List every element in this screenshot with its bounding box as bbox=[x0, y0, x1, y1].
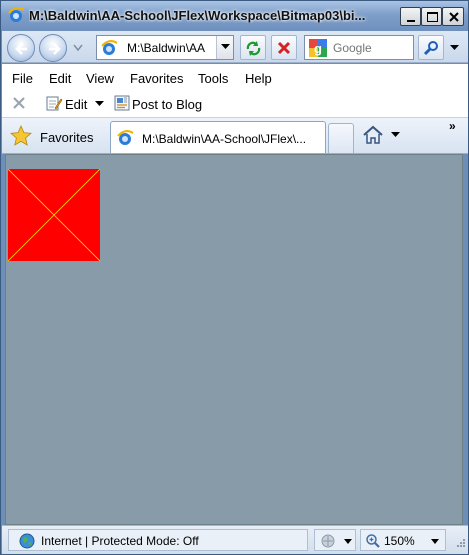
chevron-down-icon bbox=[431, 539, 439, 544]
forward-arrow-icon bbox=[49, 43, 61, 55]
resize-grip-icon[interactable] bbox=[452, 536, 466, 550]
post-to-blog-label: Post to Blog bbox=[132, 97, 203, 112]
stop-button[interactable] bbox=[271, 35, 297, 60]
refresh-icon bbox=[246, 41, 261, 56]
title-bar[interactable]: M:\Baldwin\AA-School\JFlex\Workspace\Bit… bbox=[1, 1, 468, 31]
address-bar[interactable]: M:\Baldwin\AA bbox=[96, 35, 234, 60]
protected-mode-icon bbox=[321, 534, 335, 548]
address-text[interactable]: M:\Baldwin\AA bbox=[127, 41, 215, 55]
navigation-bar: M:\Baldwin\AA g bbox=[2, 31, 468, 63]
status-bar: Internet | Protected Mode: Off 150% bbox=[2, 525, 468, 554]
red-bitmap-image bbox=[8, 169, 100, 261]
command-bar: Edit Post to Blog bbox=[2, 91, 468, 118]
google-logo-icon: g bbox=[309, 39, 327, 57]
magnifier-search-icon bbox=[423, 41, 438, 56]
chevron-down-icon bbox=[344, 539, 352, 544]
window-title: M:\Baldwin\AA-School\JFlex\Workspace\Bit… bbox=[29, 8, 366, 23]
tab-current-page[interactable]: M:\Baldwin\AA-School\JFlex\... bbox=[110, 121, 326, 153]
search-button[interactable] bbox=[418, 35, 444, 60]
chevron-down-icon bbox=[450, 45, 459, 50]
minimize-icon bbox=[407, 20, 415, 22]
close-toolbar-x-icon[interactable] bbox=[12, 96, 26, 110]
security-zone-panel[interactable]: Internet | Protected Mode: Off bbox=[8, 529, 308, 551]
chevron-down-icon[interactable] bbox=[391, 132, 400, 138]
page-content-area bbox=[5, 154, 463, 525]
menu-edit[interactable]: Edit bbox=[49, 71, 71, 86]
back-arrow-icon bbox=[15, 43, 27, 55]
browser-window: M:\Baldwin\AA-School\JFlex\Workspace\Bit… bbox=[0, 0, 469, 555]
address-dropdown-button[interactable] bbox=[216, 36, 233, 59]
minimize-button[interactable] bbox=[400, 7, 421, 26]
close-icon bbox=[449, 12, 459, 22]
favorites-label: Favorites bbox=[40, 130, 94, 145]
maximize-icon bbox=[427, 12, 438, 22]
toolbar-overflow-chevron[interactable]: » bbox=[449, 119, 456, 133]
blog-post-icon bbox=[114, 95, 130, 111]
chevron-down-icon[interactable] bbox=[95, 101, 104, 107]
zoom-level-control[interactable]: 150% bbox=[360, 529, 446, 551]
favorites-star-icon bbox=[10, 125, 32, 146]
edit-with-label: Edit bbox=[65, 97, 88, 112]
menu-tools[interactable]: Tools bbox=[198, 71, 228, 86]
zoom-magnifier-icon bbox=[366, 534, 380, 548]
maximize-button[interactable] bbox=[421, 7, 442, 26]
forward-button[interactable] bbox=[39, 34, 67, 62]
stop-x-icon bbox=[277, 41, 291, 55]
menu-bar: File Edit View Favorites Tools Help bbox=[2, 64, 468, 91]
ie-page-icon bbox=[117, 130, 134, 145]
search-box[interactable]: g bbox=[304, 35, 414, 60]
refresh-button[interactable] bbox=[240, 35, 266, 60]
security-reports-button[interactable] bbox=[314, 529, 356, 551]
menu-help[interactable]: Help bbox=[245, 71, 272, 86]
ie-page-icon bbox=[101, 40, 118, 55]
favorites-button[interactable]: Favorites bbox=[6, 122, 102, 150]
menu-file[interactable]: File bbox=[12, 71, 33, 86]
svg-text:g: g bbox=[314, 41, 322, 56]
close-button[interactable] bbox=[442, 7, 464, 26]
globe-internet-icon bbox=[19, 533, 35, 549]
search-options-dropdown[interactable] bbox=[447, 35, 463, 60]
ie-logo-icon bbox=[8, 7, 25, 22]
favorites-bar: Favorites M:\Baldwin\AA-School\JFlex\...… bbox=[2, 118, 468, 154]
new-tab-button[interactable] bbox=[328, 123, 354, 153]
home-icon[interactable] bbox=[362, 124, 384, 146]
zoom-level-text: 150% bbox=[384, 534, 415, 548]
edit-page-icon bbox=[46, 96, 63, 111]
recent-pages-chevron-down-icon[interactable] bbox=[73, 44, 83, 52]
tab-title: M:\Baldwin\AA-School\JFlex\... bbox=[142, 132, 307, 146]
menu-favorites[interactable]: Favorites bbox=[130, 71, 183, 86]
zone-status-text: Internet | Protected Mode: Off bbox=[41, 534, 199, 548]
search-input[interactable] bbox=[333, 40, 411, 56]
menu-view[interactable]: View bbox=[86, 71, 114, 86]
chevron-down-icon bbox=[221, 44, 230, 49]
back-button[interactable] bbox=[7, 34, 35, 62]
